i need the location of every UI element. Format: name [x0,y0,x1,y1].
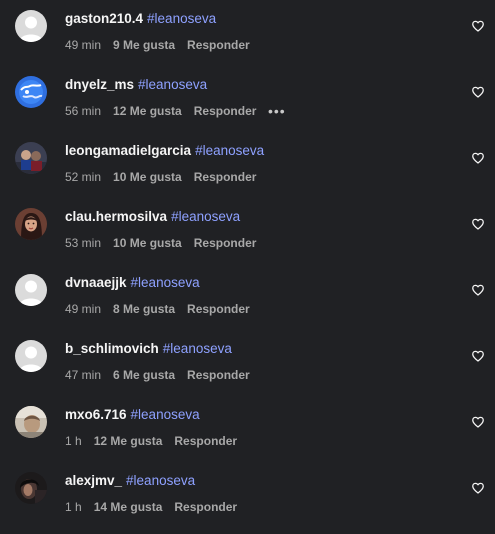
avatar[interactable] [15,76,47,108]
comment-time: 1 h [65,434,82,448]
likes-count-button[interactable]: 12 Me gusta [113,104,182,118]
heart-outline-icon[interactable] [471,481,485,495]
username-link[interactable]: b_schlimovich [65,341,159,356]
hashtag-link[interactable]: #leanoseva [147,11,216,26]
reply-button[interactable]: Responder [194,236,257,250]
photo-avatar-light-icon [15,406,47,438]
comment-header: gaston210.4 #leanoseva [65,11,216,27]
comment-meta: 53 min 10 Me gusta Responder [65,236,256,250]
avatar[interactable] [15,406,47,438]
reply-button[interactable]: Responder [174,434,237,448]
comment-item: mxo6.716 #leanoseva 1 h 12 Me gusta Respond… [0,402,495,468]
username-link[interactable]: clau.hermosilva [65,209,167,224]
heart-outline-icon[interactable] [471,217,485,231]
username-link[interactable]: dvnaaejjk [65,275,127,290]
avatar[interactable] [15,208,47,240]
comment-header: mxo6.716 #leanoseva [65,407,200,423]
comment-meta: 49 min 9 Me gusta Responder [65,38,250,52]
default-avatar-icon [15,274,47,306]
reply-button[interactable]: Responder [194,170,257,184]
comment-header: clau.hermosilva #leanoseva [65,209,240,225]
comment-time: 56 min [65,104,102,118]
comment-meta: 1 h 14 Me gusta Responder [65,500,237,514]
comment-header: leongamadielgarcia #leanoseva [65,143,264,159]
default-avatar-icon [15,10,47,42]
avatar[interactable] [15,472,47,504]
comment-time: 52 min [65,170,102,184]
comment-meta: 56 min 12 Me gusta Responder [65,104,256,118]
username-link[interactable]: mxo6.716 [65,407,127,422]
username-link[interactable]: gaston210.4 [65,11,143,26]
photo-avatar-group-icon [15,142,47,174]
heart-outline-icon[interactable] [471,85,485,99]
comment-time: 47 min [65,368,102,382]
likes-count-button[interactable]: 10 Me gusta [113,170,182,184]
username-link[interactable]: dnyelz_ms [65,77,134,92]
default-avatar-icon [15,340,47,372]
hashtag-link[interactable]: #leanoseva [195,143,264,158]
comment-list: gaston210.4 #leanoseva 49 min 9 Me gusta Re… [0,0,495,527]
blue-globe-avatar-icon [15,76,47,108]
likes-count-button[interactable]: 12 Me gusta [94,434,163,448]
avatar[interactable] [15,340,47,372]
avatar[interactable] [15,274,47,306]
comment-meta: 47 min 6 Me gusta Responder [65,368,250,382]
comment-time: 1 h [65,500,82,514]
comment-meta: 1 h 12 Me gusta Responder [65,434,237,448]
likes-count-button[interactable]: 8 Me gusta [113,302,175,316]
reply-button[interactable]: Responder [187,368,250,382]
hashtag-link[interactable]: #leanoseva [138,77,207,92]
heart-outline-icon[interactable] [471,151,485,165]
photo-avatar-dark-icon [15,472,47,504]
hashtag-link[interactable]: #leanoseva [163,341,232,356]
hashtag-link[interactable]: #leanoseva [131,407,200,422]
comment-meta: 49 min 8 Me gusta Responder [65,302,250,316]
heart-outline-icon[interactable] [471,349,485,363]
photo-avatar-woman-icon [15,208,47,240]
reply-button[interactable]: Responder [187,302,250,316]
comment-header: dvnaaejjk #leanoseva [65,275,200,291]
likes-count-button[interactable]: 14 Me gusta [94,500,163,514]
hashtag-link[interactable]: #leanoseva [126,473,195,488]
more-options-icon[interactable]: ••• [268,104,286,118]
comment-time: 49 min [65,38,102,52]
comment-item: gaston210.4 #leanoseva 49 min 9 Me gusta Re… [0,6,495,72]
comment-time: 53 min [65,236,102,250]
heart-outline-icon[interactable] [471,415,485,429]
heart-outline-icon[interactable] [471,19,485,33]
heart-outline-icon[interactable] [471,283,485,297]
comment-header: dnyelz_ms #leanoseva [65,77,207,93]
comment-item: dvnaaejjk #leanoseva 49 min 8 Me gusta Resp… [0,270,495,336]
reply-button[interactable]: Responder [174,500,237,514]
likes-count-button[interactable]: 6 Me gusta [113,368,175,382]
comment-time: 49 min [65,302,102,316]
comment-item: alexjmv_ #leanoseva 1 h 14 Me gusta Respond… [0,468,495,534]
reply-button[interactable]: Responder [194,104,257,118]
hashtag-link[interactable]: #leanoseva [131,275,200,290]
comment-header: b_schlimovich #leanoseva [65,341,232,357]
avatar[interactable] [15,142,47,174]
comment-item: dnyelz_ms #leanoseva 56 min 12 Me gusta Res… [0,72,495,138]
hashtag-link[interactable]: #leanoseva [171,209,240,224]
comment-header: alexjmv_ #leanoseva [65,473,195,489]
avatar[interactable] [15,10,47,42]
comment-item: clau.hermosilva #leanoseva 53 min 10 Me gu… [0,204,495,270]
username-link[interactable]: alexjmv_ [65,473,122,488]
comment-item: b_schlimovich #leanoseva 47 min 6 Me gusta… [0,336,495,402]
likes-count-button[interactable]: 9 Me gusta [113,38,175,52]
reply-button[interactable]: Responder [187,38,250,52]
comment-item: leongamadielgarcia #leanoseva 52 min 10 Me… [0,138,495,204]
username-link[interactable]: leongamadielgarcia [65,143,191,158]
likes-count-button[interactable]: 10 Me gusta [113,236,182,250]
comment-meta: 52 min 10 Me gusta Responder [65,170,256,184]
